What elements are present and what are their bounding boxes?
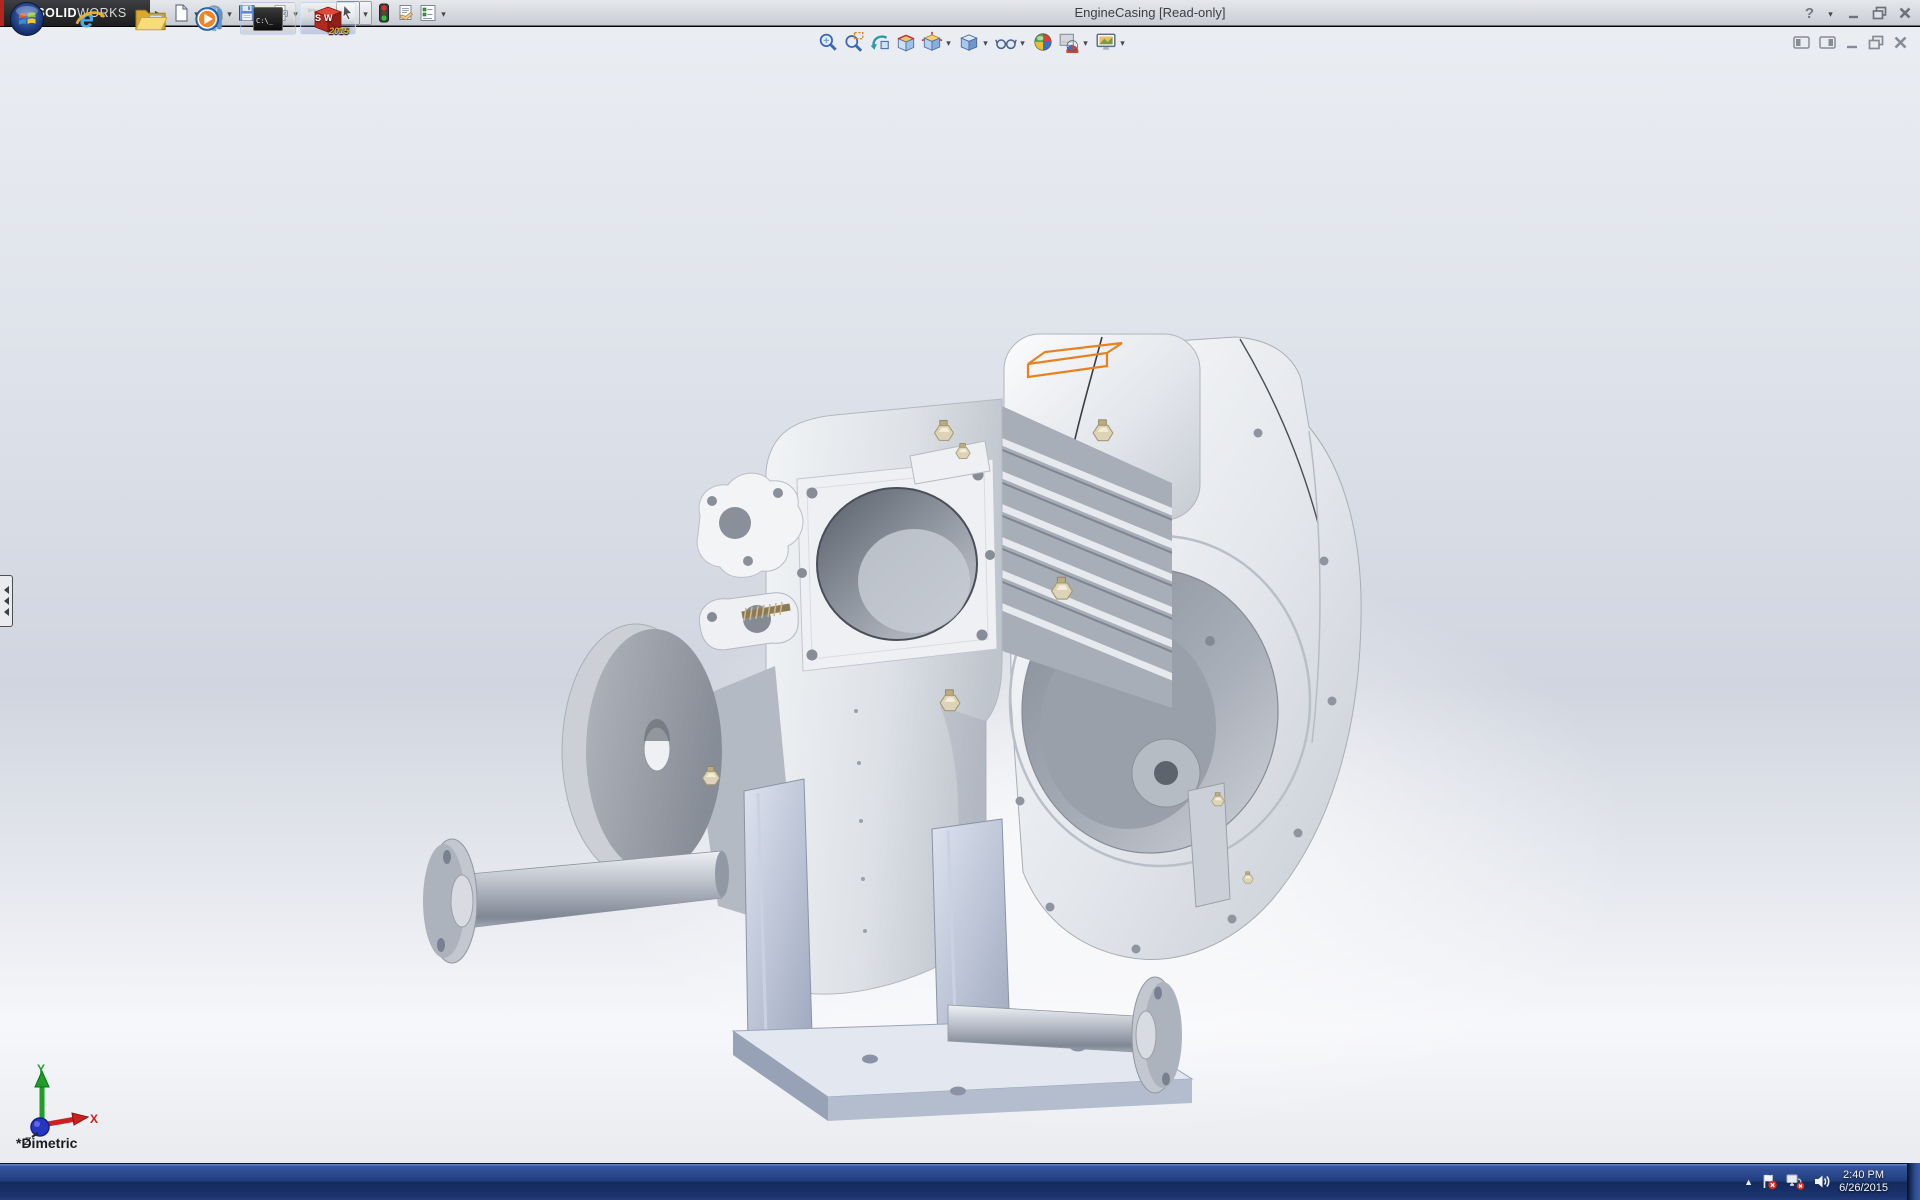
show-desktop-button[interactable] — [1907, 1163, 1920, 1200]
command-prompt-label: C:\_ — [256, 17, 273, 25]
collapse-arrow-icon — [4, 608, 9, 616]
view-settings-icon — [1095, 31, 1117, 53]
previous-view-icon — [869, 31, 891, 53]
display-style-button[interactable] — [957, 31, 992, 53]
pane-toggle-left-icon[interactable] — [1793, 35, 1810, 50]
display-style-icon — [958, 31, 980, 53]
file-properties-icon — [396, 3, 416, 23]
clock-time: 2:40 PM — [1839, 1169, 1888, 1182]
options-dropdown-caret-icon[interactable] — [438, 4, 449, 22]
apply-scene-caret-icon[interactable] — [1080, 33, 1091, 51]
rebuild-traffic-light-icon — [374, 3, 394, 23]
doc-close-icon[interactable] — [1893, 35, 1908, 50]
file-properties-button[interactable] — [395, 1, 417, 25]
svg-text:e: e — [80, 5, 94, 33]
solidworks-icon-letters: SW — [315, 13, 336, 23]
command-prompt-icon: C:\_ — [253, 7, 283, 31]
apply-scene-button[interactable] — [1057, 31, 1092, 53]
hide-show-items-glasses-icon — [995, 31, 1017, 53]
triad-y-label: Y — [37, 1063, 45, 1076]
windows-taskbar — [0, 1163, 1920, 1200]
select-dropdown-caret-icon[interactable] — [360, 4, 371, 22]
collapse-arrow-icon — [4, 597, 9, 605]
view-orientation-button[interactable] — [920, 31, 955, 53]
zoom-to-area-button[interactable] — [842, 31, 866, 53]
heads-up-view-toolbar — [816, 31, 1129, 53]
edit-appearance-icon — [1032, 31, 1054, 53]
zoom-to-fit-icon — [817, 31, 839, 53]
help-dropdown-caret-icon[interactable] — [1825, 4, 1836, 22]
doc-restore-icon[interactable] — [1868, 35, 1884, 50]
taskbar-windows-explorer-button[interactable] — [122, 2, 178, 35]
solidworks-window: ЗS SOLIDWORKS — [0, 0, 1920, 1200]
help-icon[interactable]: ? — [1805, 5, 1814, 22]
taskbar-internet-explorer-button[interactable]: e — [62, 2, 118, 35]
folder-explorer-icon — [134, 4, 167, 34]
start-button[interactable] — [8, 1, 46, 36]
document-window-controls — [1793, 35, 1908, 50]
previous-view-button[interactable] — [868, 31, 892, 53]
feature-tree-flyout-tab[interactable] — [0, 575, 13, 627]
section-view-icon — [895, 31, 917, 53]
pane-toggle-right-icon[interactable] — [1819, 35, 1836, 50]
edit-appearance-button[interactable] — [1031, 31, 1055, 53]
hide-show-items-caret-icon[interactable] — [1017, 33, 1028, 51]
view-settings-caret-icon[interactable] — [1117, 33, 1128, 51]
media-player-icon — [194, 3, 226, 35]
close-icon[interactable] — [1898, 6, 1912, 20]
hidden-icons-arrow-icon[interactable]: ▲ — [1744, 1177, 1753, 1187]
options-icon — [418, 3, 438, 23]
network-disconnected-icon[interactable] — [1786, 1173, 1805, 1190]
view-orientation-caret-icon[interactable] — [943, 33, 954, 51]
window-controls: ? — [1805, 0, 1912, 26]
internet-explorer-icon: e — [74, 3, 106, 35]
document-title: EngineCasing [Read-only] — [1074, 5, 1225, 20]
taskbar-solidworks-button[interactable]: SW 2015 — [300, 2, 356, 35]
apply-scene-icon — [1058, 31, 1080, 53]
collapse-arrow-icon — [4, 586, 9, 594]
taskbar-command-prompt-button[interactable]: C:\_ — [240, 2, 296, 35]
hide-show-items-button[interactable] — [994, 31, 1029, 53]
support-rod-left[interactable] — [423, 839, 729, 963]
doc-minimize-icon[interactable] — [1845, 35, 1859, 50]
options-button[interactable] — [417, 1, 450, 25]
system-tray: ▲ 2:40 PM 6/26/2015 — [1744, 1163, 1904, 1200]
taskbar-media-player-button[interactable] — [182, 2, 238, 35]
display-style-caret-icon[interactable] — [980, 33, 991, 51]
rebuild-button[interactable] — [373, 1, 395, 25]
view-orientation-icon — [921, 31, 943, 53]
action-center-flag-icon[interactable] — [1761, 1173, 1778, 1190]
solidworks-icon-year: 2015 — [329, 26, 349, 36]
zoom-to-fit-button[interactable] — [816, 31, 840, 53]
speaker-icon[interactable] — [1813, 1173, 1831, 1190]
view-settings-button[interactable] — [1094, 31, 1129, 53]
section-view-button[interactable] — [894, 31, 918, 53]
solidworks-2015-icon: SW 2015 — [311, 4, 345, 34]
restore-icon[interactable] — [1872, 6, 1887, 20]
view-orientation-label: *Dimetric — [16, 1135, 77, 1151]
windows-start-icon — [9, 1, 45, 37]
engine-casing-model[interactable] — [0, 27, 1920, 1163]
graphics-area[interactable]: Y X Z *Dimetric — [0, 27, 1920, 1163]
fixture-leg-left[interactable] — [744, 779, 812, 1043]
taskbar-clock[interactable]: 2:40 PM 6/26/2015 — [1839, 1169, 1888, 1195]
minimize-icon[interactable] — [1847, 6, 1861, 20]
triad-x-label: X — [90, 1112, 98, 1126]
clock-date: 6/26/2015 — [1839, 1182, 1888, 1195]
zoom-to-area-icon — [843, 31, 865, 53]
